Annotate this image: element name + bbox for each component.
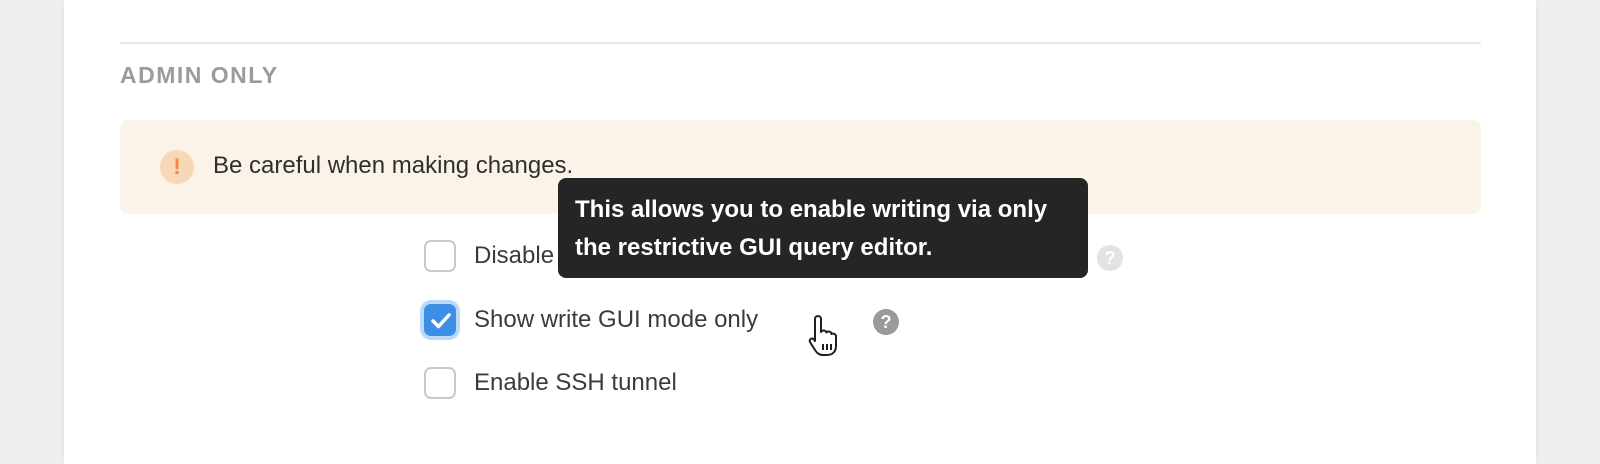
option-label-enable-ssh: Enable SSH tunnel — [474, 369, 677, 396]
disable-checkbox[interactable] — [424, 240, 456, 272]
exclamation-icon: ! — [160, 150, 194, 184]
show-write-gui-checkbox[interactable] — [424, 304, 456, 336]
checkmark-icon — [431, 313, 451, 329]
hand-cursor-icon — [808, 315, 837, 356]
warning-text: Be careful when making changes. — [213, 152, 574, 179]
option-enable-ssh: Enable SSH tunnel — [424, 367, 824, 403]
section-divider — [120, 42, 1481, 44]
help-icon[interactable]: ? — [873, 309, 899, 335]
option-label-disable: Disable — [474, 242, 555, 269]
section-title: ADMIN ONLY — [120, 62, 279, 88]
help-tooltip: This allows you to enable writing via on… — [558, 178, 1088, 278]
help-icon[interactable]: ? — [1097, 245, 1123, 271]
enable-ssh-checkbox[interactable] — [424, 367, 456, 399]
option-label-show-write-gui: Show write GUI mode only — [474, 306, 759, 333]
